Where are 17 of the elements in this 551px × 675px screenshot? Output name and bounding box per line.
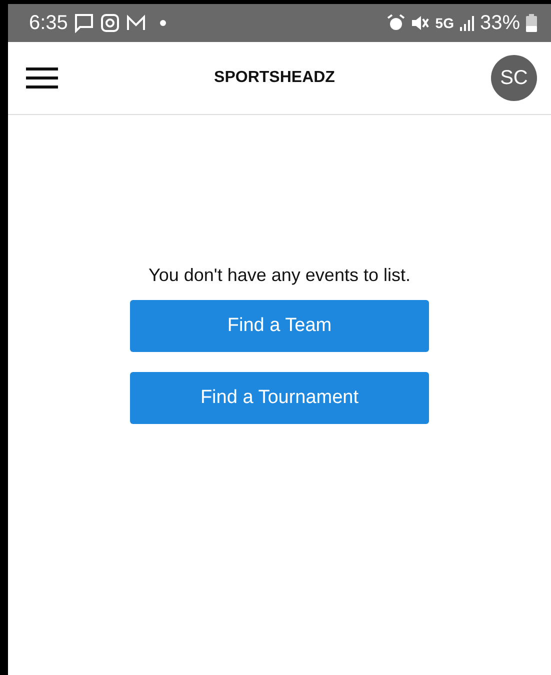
mail-icon: [126, 14, 146, 32]
dot-icon: [160, 20, 166, 26]
battery-percent: 33%: [480, 12, 520, 34]
camera-icon: [100, 13, 120, 33]
menu-icon[interactable]: [26, 67, 58, 89]
network-label: 5G: [435, 15, 454, 31]
user-avatar[interactable]: SC: [491, 55, 537, 101]
find-button[interactable]: Find a Tournament: [130, 372, 429, 424]
find-button[interactable]: Find a Team: [130, 300, 429, 352]
mute-icon: [411, 15, 430, 31]
status-time: 6:35: [29, 12, 68, 34]
alarm-icon: [387, 14, 406, 32]
empty-message: You don't have any events to list.: [148, 265, 410, 286]
signal-icon: [460, 15, 474, 31]
app-title: SPORTSHEADZ: [214, 69, 335, 87]
message-icon: [74, 13, 94, 33]
battery-icon: [526, 14, 537, 32]
